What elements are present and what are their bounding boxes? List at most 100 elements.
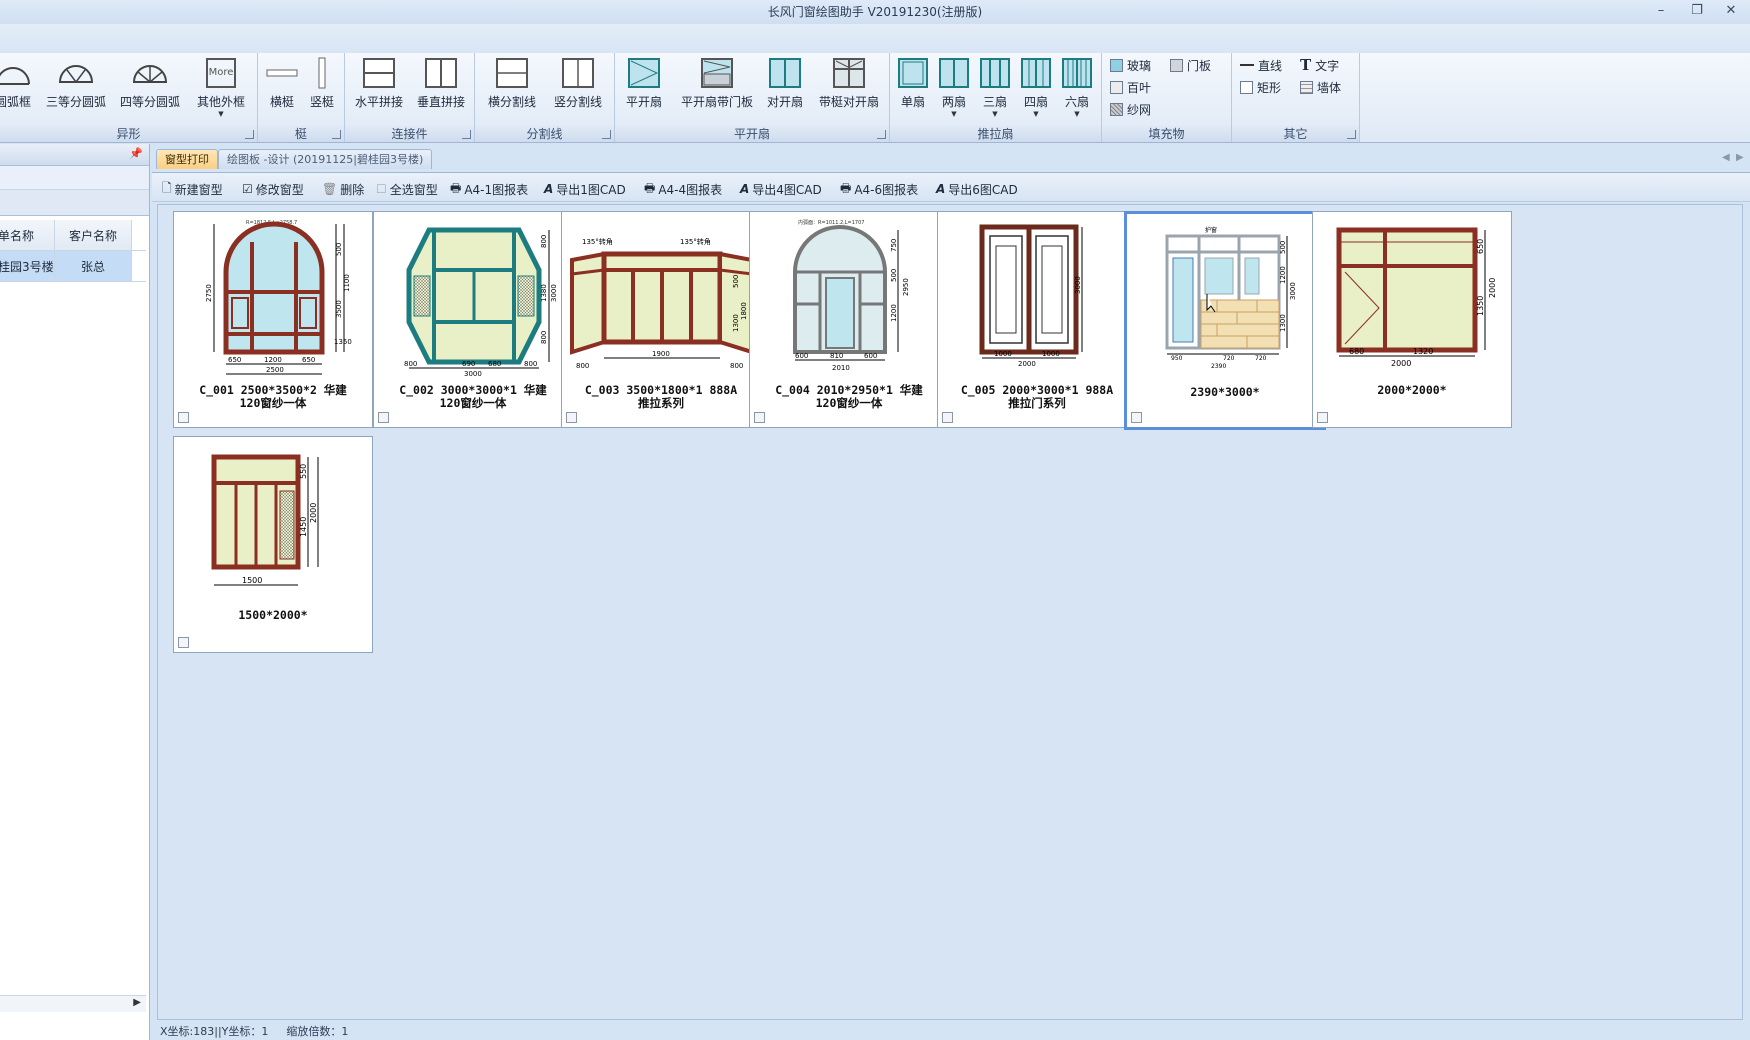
svg-text:1500: 1500 xyxy=(242,576,262,585)
casement-door-panel-button[interactable]: 平开扇带门板 xyxy=(675,55,759,123)
vertical-mullion-button[interactable]: 竖梃 xyxy=(302,55,342,123)
glass-button[interactable]: 玻璃 xyxy=(1110,56,1151,74)
new-window-button[interactable]: 🗋 新建窗型 xyxy=(162,180,223,198)
group-launcher-icon[interactable] xyxy=(245,130,254,139)
window-card-c002[interactable]: 800 1380 3000 800 800 690 680 800 3000 C… xyxy=(373,211,573,428)
select-checkbox[interactable] xyxy=(1131,412,1142,423)
close-button[interactable]: ✕ xyxy=(1718,2,1744,20)
delete-button[interactable]: 🗑 删除 xyxy=(322,180,364,198)
svg-text:1350: 1350 xyxy=(1476,296,1485,316)
a4-1-report-button[interactable]: 🖶 A4-1图报表 xyxy=(450,180,528,198)
two-sash-icon xyxy=(934,55,974,91)
door-panel-button[interactable]: 门板 xyxy=(1170,56,1211,74)
window-card-c003[interactable]: 135°转角 135°转角 500 1800 1300 800 1900 800… xyxy=(561,211,761,428)
svg-text:3500: 3500 xyxy=(335,300,343,318)
select-checkbox[interactable] xyxy=(942,412,953,423)
group-launcher-icon[interactable] xyxy=(602,130,611,139)
horizontal-mullion-button[interactable]: 横梃 xyxy=(262,55,302,123)
export-4-cad-button[interactable]: A 导出4图CAD xyxy=(740,180,822,198)
line-button[interactable]: 直线 xyxy=(1240,56,1282,74)
select-checkbox[interactable] xyxy=(1317,412,1328,423)
vertical-divider-button[interactable]: 竖分割线 xyxy=(547,55,609,123)
window-card-2000x2000[interactable]: 650 2000 1350 680 1320 2000 2000*2000* xyxy=(1312,211,1512,428)
window-gallery: R=1812.5,L=2758.7 500 3500 1100 1350 275… xyxy=(157,204,1743,1020)
select-checkbox[interactable] xyxy=(378,412,389,423)
group-launcher-icon[interactable] xyxy=(877,130,886,139)
vertical-join-icon xyxy=(411,55,471,91)
order-name-cell[interactable]: 碧桂园3号楼 xyxy=(0,251,55,281)
mullion-double-casement-button[interactable]: 带梃对开扇 xyxy=(812,55,886,123)
tab-drawing-board[interactable]: 绘图板 -设计 (20191125|碧桂园3号楼) xyxy=(218,149,433,169)
text-button[interactable]: T 文字 xyxy=(1300,56,1339,74)
window-card-c004[interactable]: 内弧面：R=1011.2,L=1707 750 500 1200 2950 60… xyxy=(749,211,949,428)
horizontal-scrollbar[interactable]: ▶ xyxy=(0,995,146,1012)
pin-icon[interactable]: 📌 xyxy=(129,147,143,160)
louver-button[interactable]: 百叶 xyxy=(1110,78,1151,96)
customer-name-cell[interactable]: 张总 xyxy=(55,251,132,281)
scroll-right-icon[interactable]: ▶ xyxy=(133,997,141,1008)
rectangle-button[interactable]: 矩形 xyxy=(1240,78,1281,96)
column-order-name[interactable]: 订单名称 xyxy=(0,220,55,250)
arc-frame-button[interactable]: 圆弧框 xyxy=(0,55,36,123)
window-card-1500x2000[interactable]: 550 2000 1450 1500 1500*2000* xyxy=(173,436,373,653)
grid-header: 订单名称 客户名称 xyxy=(0,220,146,251)
a4-6-report-button[interactable]: 🖶 A4-6图报表 xyxy=(840,180,918,198)
svg-text:3000: 3000 xyxy=(1074,276,1082,294)
window-card-c005[interactable]: 3000 1000 1000 2000 C_005 2000*3000*1 98… xyxy=(937,211,1137,428)
export-6-cad-button[interactable]: A 导出6图CAD xyxy=(936,180,1018,198)
window-card-c001[interactable]: R=1812.5,L=2758.7 500 3500 1100 1350 275… xyxy=(173,211,373,428)
double-casement-button[interactable]: 对开扇 xyxy=(761,55,809,123)
a4-4-report-button[interactable]: 🖶 A4-4图报表 xyxy=(644,180,722,198)
select-checkbox[interactable] xyxy=(566,412,577,423)
column-customer-name[interactable]: 客户名称 xyxy=(55,220,132,250)
svg-text:2950: 2950 xyxy=(902,278,910,296)
vertical-mullion-icon xyxy=(302,55,342,91)
four-sash-button[interactable]: 四扇 ▼ xyxy=(1016,55,1056,123)
two-sash-button[interactable]: 两扇 ▼ xyxy=(934,55,974,123)
select-all-button[interactable]: ☐ 全选窗型 xyxy=(376,180,438,198)
wall-icon xyxy=(1300,80,1313,94)
vertical-join-button[interactable]: 垂直拼接 xyxy=(411,55,471,123)
new-doc-icon: 🗋 xyxy=(162,180,172,195)
three-sash-button[interactable]: 三扇 ▼ xyxy=(975,55,1015,123)
ribbon-group-connector: 水平拼接 垂直拼接 连接件 xyxy=(345,53,475,142)
single-sash-button[interactable]: 单扇 xyxy=(893,55,933,123)
svg-text:1320: 1320 xyxy=(1413,347,1433,356)
restore-button[interactable]: ❐ xyxy=(1684,2,1710,20)
tab-window-print[interactable]: 窗型打印 xyxy=(156,149,218,169)
svg-text:500: 500 xyxy=(890,269,898,282)
app-title: 长风门窗绘图助手 V20191230(注册版) xyxy=(767,5,983,19)
export-1-cad-button[interactable]: A 导出1图CAD xyxy=(544,180,626,198)
window-drawing: 800 1380 3000 800 800 690 680 800 3000 xyxy=(404,227,558,378)
minimize-button[interactable]: – xyxy=(1648,2,1674,20)
window-card-selected[interactable]: 护窗 500 1200 3000 1300 950 720 720 2390 2… xyxy=(1124,211,1326,430)
svg-text:135°转角: 135°转角 xyxy=(680,237,711,246)
window-drawing: 550 2000 1450 1500 xyxy=(211,454,319,586)
horizontal-join-button[interactable]: 水平拼接 xyxy=(349,55,409,123)
group-caption: 异形 xyxy=(0,125,257,142)
edit-window-button[interactable]: ☑ 修改窗型 xyxy=(242,180,304,198)
horizontal-divider-button[interactable]: 横分割线 xyxy=(481,55,543,123)
tab-next-icon[interactable]: ▶ xyxy=(1736,152,1744,163)
ribbon-group-other: 直线 T 文字 矩形 墙体 其它 xyxy=(1232,53,1360,142)
group-launcher-icon[interactable] xyxy=(332,130,341,139)
printer-icon: 🖶 xyxy=(644,180,656,195)
group-launcher-icon[interactable] xyxy=(1347,130,1356,139)
three-arc-button[interactable]: 三等分圆弧 xyxy=(44,55,108,123)
casement-button[interactable]: 平开扇 xyxy=(619,55,669,123)
four-arc-button[interactable]: 四等分圆弧 xyxy=(118,55,182,123)
select-checkbox[interactable] xyxy=(178,637,189,648)
window-caption: C_004 2010*2950*1 华建 120窗纱一体 xyxy=(775,383,923,410)
other-frame-button[interactable]: More 其他外框 ▼ xyxy=(193,55,249,123)
screen-mesh-button[interactable]: 纱网 xyxy=(1110,100,1151,118)
wall-button[interactable]: 墙体 xyxy=(1300,78,1341,96)
six-sash-button[interactable]: 六扇 ▼ xyxy=(1057,55,1097,123)
tab-prev-icon[interactable]: ◀ xyxy=(1722,152,1730,163)
double-casement-icon xyxy=(761,55,809,91)
group-launcher-icon[interactable] xyxy=(462,130,471,139)
door-panel-icon xyxy=(1170,58,1183,72)
select-checkbox[interactable] xyxy=(178,412,189,423)
table-row[interactable]: 碧桂园3号楼 张总 xyxy=(0,251,146,282)
svg-text:800: 800 xyxy=(540,331,548,344)
select-checkbox[interactable] xyxy=(754,412,765,423)
